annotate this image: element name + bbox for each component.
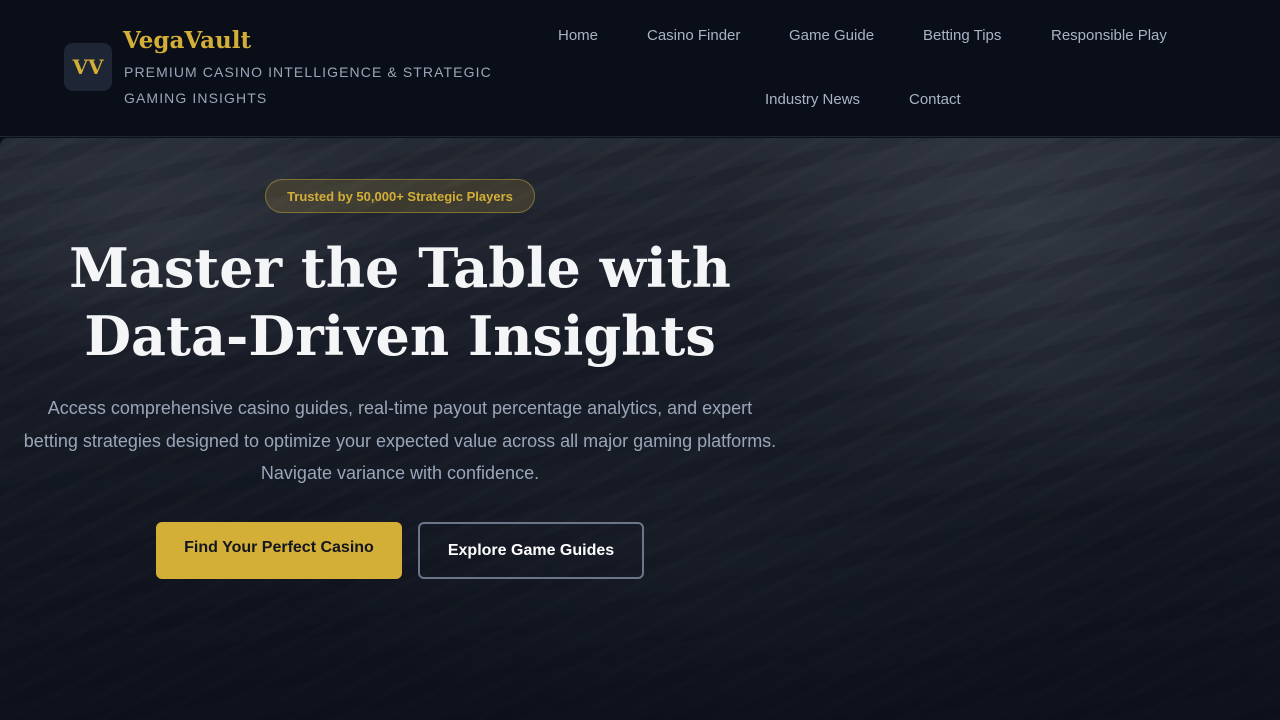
find-casino-button[interactable]: Find Your Perfect Casino — [156, 522, 402, 579]
explore-guides-button[interactable]: Explore Game Guides — [418, 522, 644, 579]
hero-title-line-2: Data-Driven Insights — [84, 304, 716, 368]
trust-badge: Trusted by 50,000+ Strategic Players — [265, 179, 535, 213]
nav-link-casino-finder[interactable]: Casino Finder — [647, 27, 740, 44]
logo-icon[interactable]: VV — [64, 43, 112, 91]
nav-link-responsible-play[interactable]: Responsible Play — [1051, 27, 1167, 44]
hero-title: Master the Table with Data-Driven Insigh… — [0, 234, 800, 370]
nav-link-game-guide[interactable]: Game Guide — [789, 27, 874, 44]
hero-title-line-1: Master the Table with — [69, 236, 731, 300]
hero-section: Trusted by 50,000+ Strategic Players Mas… — [0, 138, 1280, 720]
hero-description: Access comprehensive casino guides, real… — [23, 398, 777, 483]
nav-link-industry-news[interactable]: Industry News — [765, 91, 860, 108]
brand-tagline: Premium Casino Intelligence & Strategic … — [124, 64, 492, 106]
nav-link-contact[interactable]: Contact — [909, 91, 961, 108]
brand-name[interactable]: VegaVault — [123, 27, 251, 54]
nav-link-home[interactable]: Home — [558, 27, 598, 44]
nav-link-betting-tips[interactable]: Betting Tips — [923, 27, 1001, 44]
site-header: VV VegaVault Premium Casino Intelligence… — [0, 0, 1280, 137]
page: VV VegaVault Premium Casino Intelligence… — [0, 0, 1280, 720]
